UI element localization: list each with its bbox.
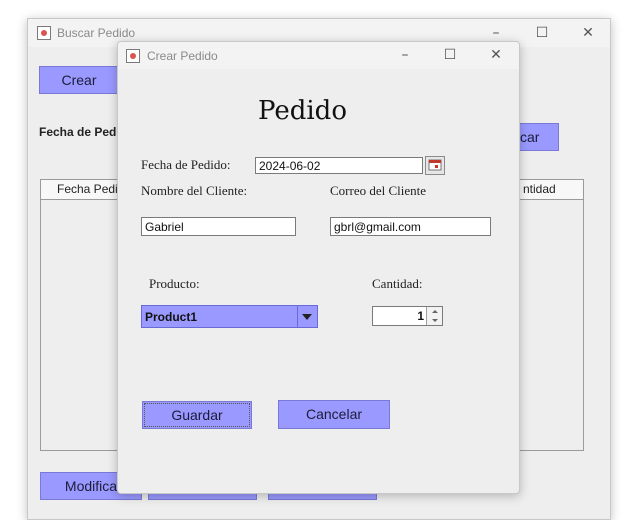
spinner-up-icon: [432, 310, 438, 313]
cantidad-label: Cantidad:: [372, 276, 423, 291]
page-title: Pedido: [258, 96, 347, 126]
correo-cliente-label: Correo del Cliente: [330, 183, 427, 198]
producto-selected-value: Product1: [145, 310, 198, 324]
java-app-icon: [126, 49, 140, 63]
spinner-down-button[interactable]: [426, 316, 442, 325]
producto-select[interactable]: Product1: [141, 305, 318, 328]
cancelar-button[interactable]: Cancelar: [278, 400, 390, 429]
nombre-cliente-input[interactable]: Gabriel: [141, 217, 296, 236]
maximize-icon[interactable]: ☐: [440, 45, 460, 65]
minimize-icon[interactable]: –: [486, 23, 506, 43]
fecha-de-pedido-label: Fecha de Pedido:: [141, 157, 231, 172]
close-icon[interactable]: ✕: [486, 45, 506, 65]
minimize-icon[interactable]: –: [395, 45, 415, 65]
correo-cliente-input[interactable]: gbrl@gmail.com: [330, 217, 491, 236]
producto-label: Producto:: [149, 276, 200, 291]
window-title: Buscar Pedido: [57, 26, 136, 40]
dialog-title: Crear Pedido: [147, 49, 218, 63]
cantidad-value[interactable]: 1: [417, 309, 424, 323]
guardar-button[interactable]: Guardar: [142, 401, 252, 429]
column-header-fecha[interactable]: Fecha Pedi: [57, 182, 118, 196]
calendar-icon: [428, 159, 442, 171]
crear-pedido-titlebar[interactable]: Crear Pedido – ☐ ✕: [118, 42, 519, 69]
crear-pedido-dialog: Crear Pedido – ☐ ✕ Pedido Fecha de Pedid…: [117, 41, 520, 494]
maximize-icon[interactable]: ☐: [532, 23, 552, 43]
dropdown-button[interactable]: [297, 306, 317, 327]
crear-button[interactable]: Crear: [39, 66, 119, 94]
cantidad-spinner[interactable]: 1: [372, 306, 443, 326]
close-icon[interactable]: ✕: [578, 23, 598, 43]
spinner-down-icon: [432, 319, 438, 322]
column-header-cantidad[interactable]: ntidad: [523, 182, 556, 196]
calendar-button[interactable]: [425, 156, 445, 175]
dropdown-arrow-icon: [302, 314, 312, 320]
nombre-cliente-label: Nombre del Cliente:: [141, 183, 248, 198]
fecha-input[interactable]: 2024-06-02: [255, 157, 423, 174]
fecha-de-pedido-label: Fecha de Pedi: [39, 125, 120, 139]
java-app-icon: [37, 26, 51, 40]
